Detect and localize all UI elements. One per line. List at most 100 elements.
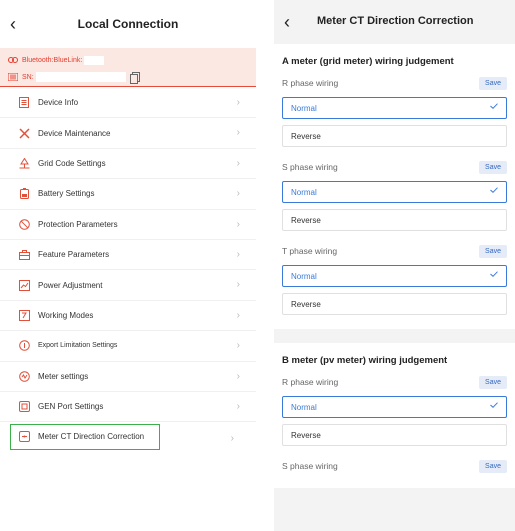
feature-icon (18, 249, 30, 261)
option-label: Normal (291, 187, 317, 197)
chevron-right-icon: › (236, 340, 240, 352)
menu-item-device-maintenance[interactable]: Device Maintenance › (0, 118, 256, 149)
menu-item-label: Protection Parameters (38, 219, 118, 229)
chevron-right-icon: › (236, 127, 240, 139)
protection-icon (18, 218, 30, 230)
option-reverse[interactable]: Reverse (282, 125, 507, 147)
chevron-right-icon: › (236, 400, 240, 412)
left-header: ‹ Local Connection (0, 0, 256, 48)
sn-value (35, 72, 126, 82)
phase-label: R phase wiring (282, 78, 339, 88)
section-b-card: B meter (pv meter) wiring judgement R ph… (274, 343, 515, 488)
power-adjust-icon (18, 279, 30, 291)
option-normal[interactable]: Normal (282, 265, 507, 287)
menu-item-label: Grid Code Settings (38, 158, 106, 168)
menu-item-battery-settings[interactable]: Battery Settings › (0, 179, 256, 210)
phase-row-r: R phase wiring Save (282, 75, 507, 91)
option-normal[interactable]: Normal (282, 396, 507, 418)
menu-item-working-modes[interactable]: Working Modes › (0, 301, 256, 332)
chevron-right-icon: › (236, 97, 240, 108)
option-reverse[interactable]: Reverse (282, 424, 507, 446)
option-label: Reverse (291, 131, 321, 141)
save-button[interactable]: Save (479, 244, 507, 258)
menu-item-gen-port-settings[interactable]: GEN Port Settings › (0, 392, 256, 423)
meter-ct-icon (18, 431, 30, 443)
section-a-card: A meter (grid meter) wiring judgement R … (274, 44, 515, 329)
check-icon (490, 270, 498, 277)
menu-item-label: Device Maintenance (38, 128, 111, 138)
back-arrow-icon[interactable]: ‹ (10, 13, 28, 35)
option-label: Reverse (291, 215, 321, 225)
option-label: Normal (291, 402, 317, 412)
menu-item-label: Power Adjustment (38, 280, 103, 290)
right-header: ‹ Meter CT Direction Correction (274, 0, 515, 44)
working-mode-icon (18, 309, 30, 321)
phase-row-r: R phase wiring Save (282, 374, 507, 390)
tools-icon (18, 127, 30, 139)
menu-item-meter-settings[interactable]: Meter settings › (0, 362, 256, 392)
meter-icon (18, 370, 30, 382)
sn-row: SN: (8, 70, 248, 84)
option-normal[interactable]: Normal (282, 181, 507, 203)
phase-row-t: T phase wiring Save (282, 243, 507, 259)
save-button[interactable]: Save (479, 160, 507, 174)
chevron-right-icon: › (236, 370, 240, 382)
section-b-title: B meter (pv meter) wiring judgement (282, 355, 448, 366)
local-connection-panel: ‹ Local Connection Bluetooth:BlueLink: S… (0, 0, 256, 531)
menu-item-label: Feature Parameters (38, 250, 110, 260)
option-normal[interactable]: Normal (282, 97, 507, 119)
menu-item-label: Device Info (38, 98, 79, 108)
menu-item-label: Meter settings (38, 371, 89, 381)
battery-icon (18, 188, 30, 200)
device-info-banner: Bluetooth:BlueLink: SN: (0, 48, 256, 87)
save-button[interactable]: Save (479, 375, 507, 389)
option-label: Normal (291, 103, 317, 113)
sn-label: SN: (22, 73, 34, 81)
chevron-right-icon: › (236, 218, 240, 230)
link-icon (8, 56, 18, 64)
menu-item-power-adjustment[interactable]: Power Adjustment › (0, 270, 256, 301)
chevron-right-icon: › (230, 433, 234, 445)
menu-item-label: Meter CT Direction Correction (38, 432, 145, 442)
menu-item-device-info[interactable]: Device Info › (0, 88, 256, 119)
page-title: Local Connection (77, 17, 179, 31)
option-label: Reverse (291, 299, 321, 309)
section-a-title: A meter (grid meter) wiring judgement (282, 56, 454, 67)
phase-row-s: S phase wiring Save (282, 159, 507, 175)
menu-item-grid-code-settings[interactable]: Grid Code Settings › (0, 149, 256, 180)
chevron-right-icon: › (236, 279, 240, 291)
settings-menu: Device Info › Device Maintenance › Grid … (0, 88, 256, 451)
phase-label: R phase wiring (282, 377, 339, 387)
grid-code-icon (18, 157, 30, 169)
save-button[interactable]: Save (479, 76, 507, 90)
page-title: Meter CT Direction Correction (317, 15, 474, 27)
phase-label: S phase wiring (282, 162, 338, 172)
phase-label: S phase wiring (282, 461, 338, 471)
back-arrow-icon[interactable]: ‹ (284, 11, 290, 33)
save-button[interactable]: Save (479, 459, 507, 473)
bluetooth-label: Bluetooth:BlueLink: (22, 56, 83, 64)
barcode-icon (8, 73, 18, 81)
option-reverse[interactable]: Reverse (282, 293, 507, 315)
menu-item-feature-parameters[interactable]: Feature Parameters › (0, 240, 256, 271)
bluetooth-row: Bluetooth:BlueLink: (8, 53, 248, 67)
menu-item-meter-ct-direction-correction[interactable]: Meter CT Direction Correction › (10, 424, 234, 451)
option-label: Normal (291, 271, 317, 281)
phase-label: T phase wiring (282, 246, 338, 256)
menu-item-label: Working Modes (38, 310, 94, 320)
menu-item-label: Battery Settings (38, 189, 95, 199)
menu-item-label: Export Limitation Settings (38, 342, 118, 350)
device-info-icon (18, 97, 30, 109)
check-icon (490, 401, 498, 408)
meter-ct-direction-panel: ‹ Meter CT Direction Correction A meter … (274, 0, 515, 531)
chevron-right-icon: › (236, 248, 240, 260)
copy-icon[interactable] (129, 72, 140, 84)
menu-item-protection-parameters[interactable]: Protection Parameters › (0, 210, 256, 240)
menu-item-export-limitation-settings[interactable]: Export Limitation Settings › (0, 331, 256, 362)
chevron-right-icon: › (236, 188, 240, 200)
option-reverse[interactable]: Reverse (282, 209, 507, 231)
bluetooth-name-value (84, 55, 105, 65)
chevron-right-icon: › (236, 309, 240, 321)
export-limit-icon (18, 340, 30, 352)
menu-item-label: GEN Port Settings (38, 402, 104, 412)
